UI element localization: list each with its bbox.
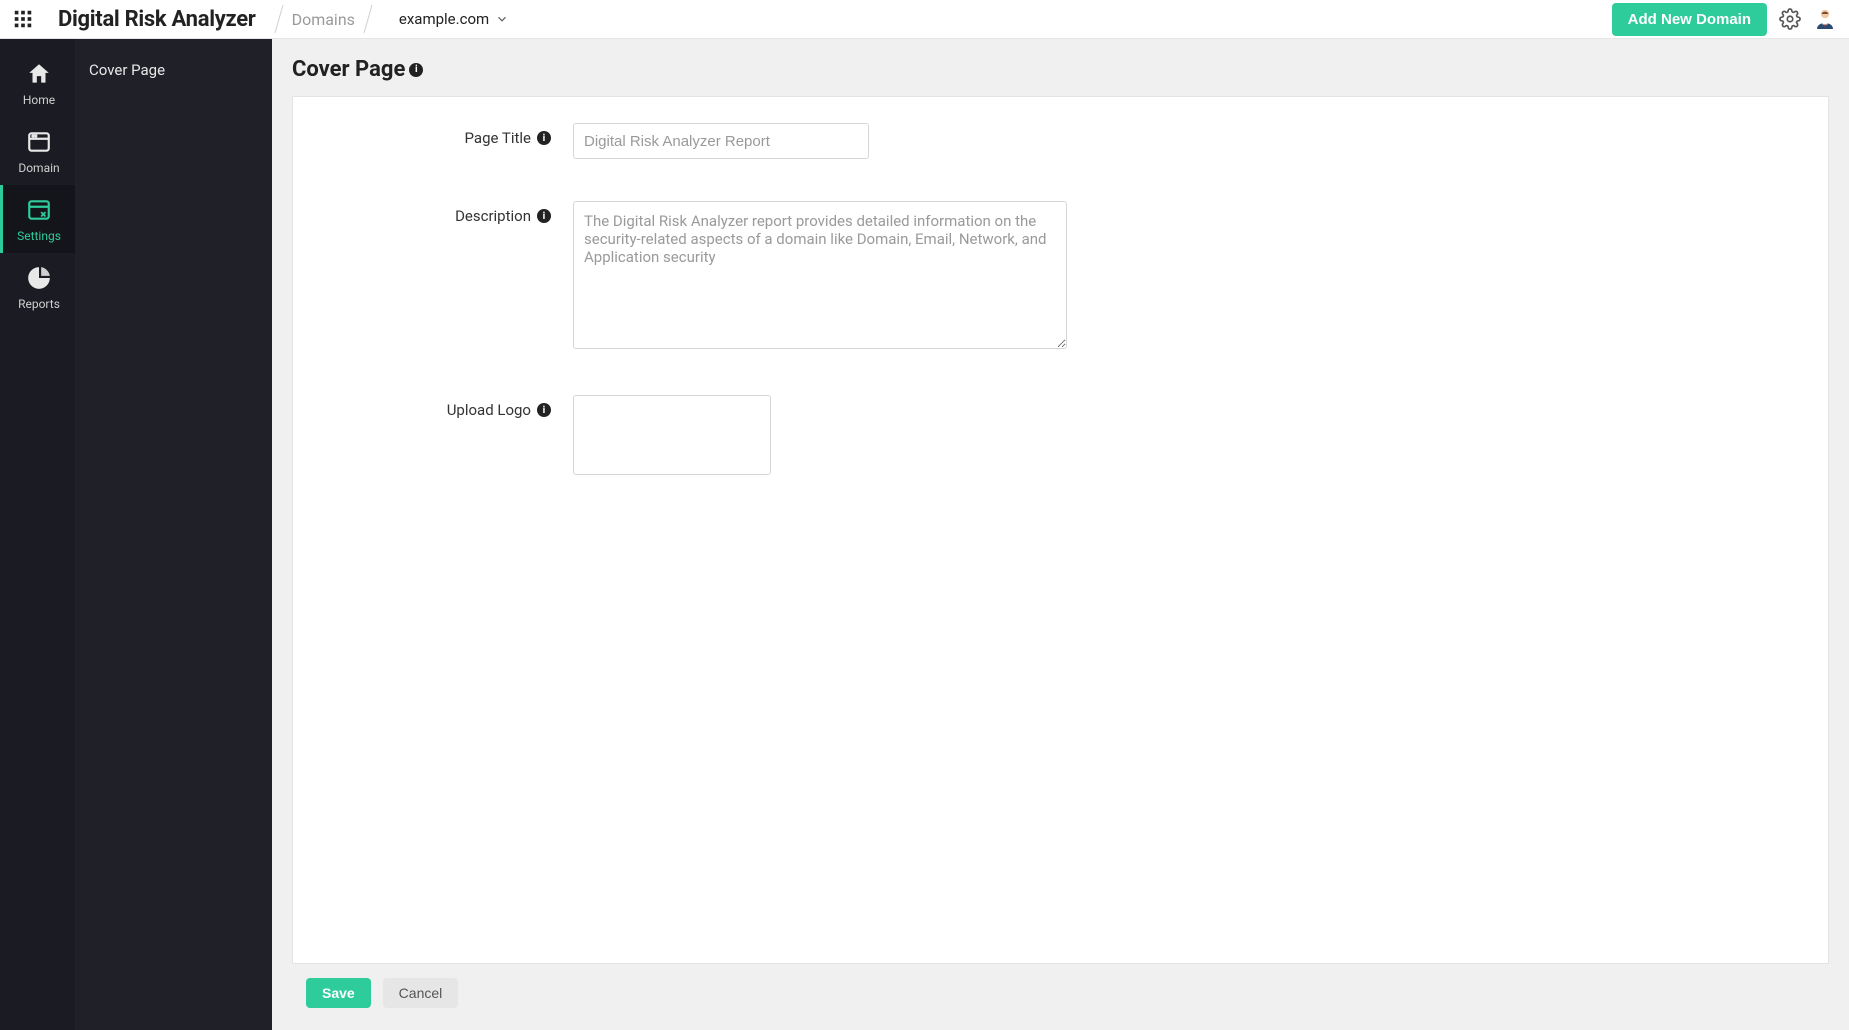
nav-item-home[interactable]: Home: [0, 49, 75, 117]
action-bar: Save Cancel: [292, 964, 1829, 1008]
subnav: Cover Page: [75, 39, 272, 1030]
nav-item-label: Home: [23, 93, 55, 107]
nav-item-label: Reports: [18, 297, 60, 311]
description-textarea[interactable]: [573, 201, 1067, 349]
description-label: Description: [455, 207, 531, 225]
info-icon[interactable]: i: [537, 403, 551, 417]
nav-item-settings[interactable]: Settings: [0, 185, 75, 253]
page-title-text: Cover Page: [292, 57, 405, 82]
breadcrumb-separator-icon: [272, 5, 286, 33]
form-row-upload-logo: Upload Logo i: [333, 395, 1788, 475]
breadcrumb-domains[interactable]: Domains: [292, 10, 355, 29]
page-title: Cover Page i: [292, 57, 1829, 82]
form-row-page-title: Page Title i: [333, 123, 1788, 159]
save-button[interactable]: Save: [306, 978, 371, 1008]
settings-tools-icon: [26, 197, 52, 223]
nav-rail: Home Domain Settings Reports: [0, 39, 75, 1030]
form-row-description: Description i: [333, 201, 1788, 353]
nav-item-reports[interactable]: Reports: [0, 253, 75, 321]
cancel-button[interactable]: Cancel: [383, 978, 459, 1008]
info-icon[interactable]: i: [409, 63, 423, 77]
info-icon[interactable]: i: [537, 209, 551, 223]
brand-title: Digital Risk Analyzer: [58, 7, 256, 32]
chevron-down-icon: [495, 12, 509, 26]
nav-item-label: Domain: [18, 161, 59, 175]
browser-window-icon: [26, 129, 52, 155]
upload-logo-dropzone[interactable]: [573, 395, 771, 475]
form-panel[interactable]: Page Title i Description i: [292, 96, 1829, 964]
topbar: Digital Risk Analyzer Domains example.co…: [0, 0, 1849, 39]
content-area: Cover Page i Page Title i Description: [272, 39, 1849, 1030]
subnav-item-cover-page[interactable]: Cover Page: [75, 53, 272, 87]
apps-grid-icon[interactable]: [12, 8, 34, 30]
add-new-domain-button[interactable]: Add New Domain: [1612, 3, 1767, 36]
nav-item-label: Settings: [17, 229, 61, 243]
upload-logo-label: Upload Logo: [447, 401, 531, 419]
page-title-input[interactable]: [573, 123, 869, 159]
pie-chart-icon: [26, 265, 52, 291]
page-title-label: Page Title: [465, 129, 531, 147]
user-avatar-icon[interactable]: [1813, 7, 1837, 31]
breadcrumb-separator-icon: [361, 5, 375, 33]
nav-item-domain[interactable]: Domain: [0, 117, 75, 185]
domain-switcher[interactable]: example.com: [399, 10, 509, 28]
gear-icon[interactable]: [1779, 8, 1801, 30]
info-icon[interactable]: i: [537, 131, 551, 145]
home-icon: [26, 61, 52, 87]
current-domain-label: example.com: [399, 10, 489, 28]
